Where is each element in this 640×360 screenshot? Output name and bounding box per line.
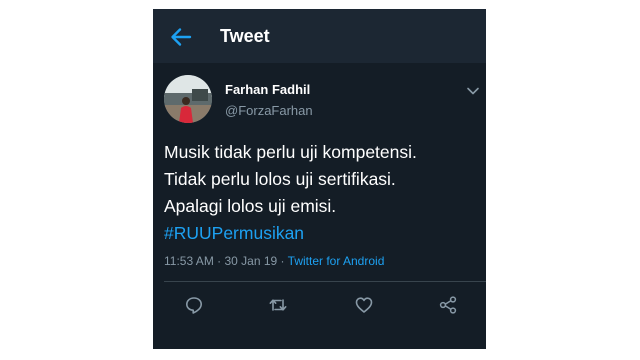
page-title: Tweet [220, 26, 270, 46]
tweet-text: Musik tidak perlu uji kompetensi. Tidak … [164, 139, 479, 247]
reply-icon [186, 297, 202, 314]
heart-icon [355, 297, 373, 313]
reply-button[interactable] [184, 295, 204, 315]
tweet-text-line: Musik tidak perlu uji kompetensi. [164, 142, 417, 162]
retweet-icon [269, 299, 287, 311]
tweet-date: 30 Jan 19 [224, 254, 278, 268]
divider [164, 281, 486, 282]
share-icon [439, 296, 457, 314]
arrow-left-icon [171, 28, 192, 46]
tweet-menu-button[interactable] [466, 83, 480, 95]
avatar[interactable] [164, 75, 212, 123]
tweet-text-line: Tidak perlu lolos uji sertifikasi. [164, 169, 396, 189]
hashtag-link[interactable]: #RUUPermusikan [164, 220, 479, 247]
app-bar: Tweet [153, 9, 486, 63]
tweet-text-line: Apalagi lolos uji emisi. [164, 196, 337, 216]
author-display-name[interactable]: Farhan Fadhil [225, 82, 310, 97]
author-handle[interactable]: @ForzaFarhan [225, 103, 313, 118]
meta-separator: · [213, 254, 225, 268]
share-button[interactable] [438, 295, 458, 315]
like-button[interactable] [354, 295, 374, 315]
chevron-down-icon [467, 87, 479, 95]
meta-separator: · [277, 254, 288, 268]
tweet-metadata: 11:53 AM · 30 Jan 19 · Twitter for Andro… [164, 254, 384, 268]
tweet-time: 11:53 AM [164, 254, 214, 268]
back-button[interactable] [169, 25, 193, 49]
retweet-button[interactable] [268, 295, 288, 315]
tweet-screen: Tweet Farhan Fadhil @ForzaFarhan Musik t… [153, 9, 486, 349]
tweet-source-link[interactable]: Twitter for Android [288, 254, 385, 268]
